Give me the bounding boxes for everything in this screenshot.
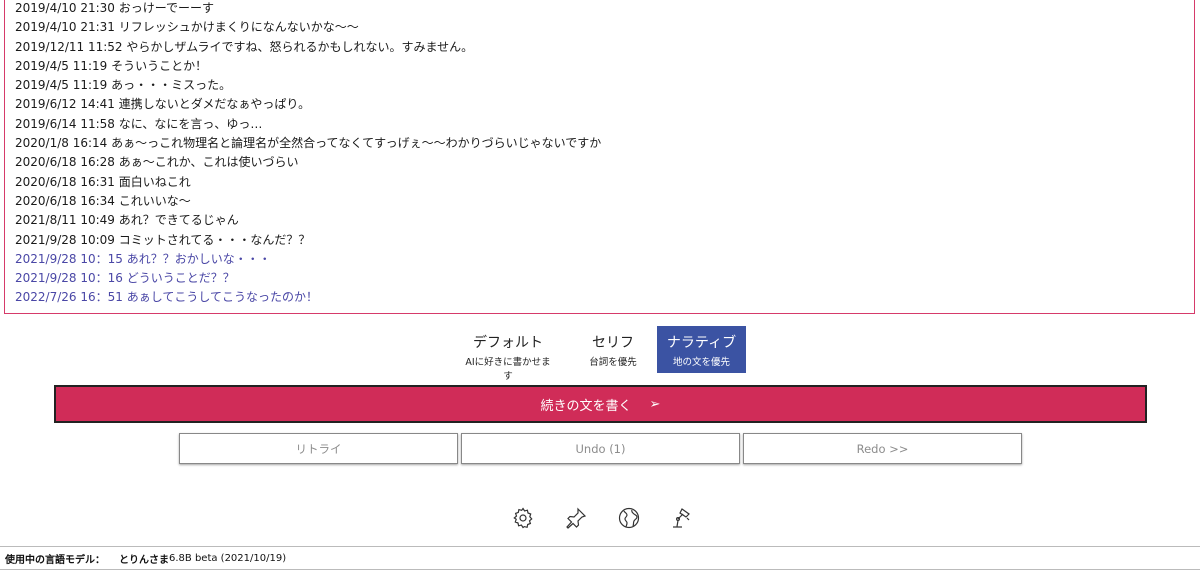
story-line: 2019/12/11 11:52 やらかしザムライですね、怒られるかもしれない。… — [15, 39, 474, 54]
model-name: とりんさま — [119, 554, 169, 566]
toolbar-icons — [0, 506, 1200, 534]
mode-default-subtitle: AIに好きに書かせます — [465, 357, 551, 382]
undo-button[interactable]: Undo (1) — [461, 433, 740, 464]
story-line: 2020/6/18 16:34 これいいな〜 — [15, 193, 191, 208]
settings-gear-icon[interactable] — [511, 506, 535, 530]
undo-label: Undo (1) — [575, 441, 626, 456]
write-continuation-label: 続きの文を書く — [540, 398, 632, 414]
story-line: 2019/6/12 14:41 連携しないとダメだなぁやっぱり。 — [15, 97, 311, 112]
send-arrow-icon: ➢ — [649, 396, 661, 412]
retry-label: リトライ — [295, 441, 342, 456]
story-line: 2021/8/11 10:49 あれ？できてるじゃん — [15, 213, 239, 228]
retry-button[interactable]: リトライ — [179, 433, 458, 464]
mode-default[interactable]: デフォルト AIに好きに書かせます — [462, 326, 554, 382]
write-continuation-button[interactable]: 続きの文を書く ➢ — [54, 385, 1147, 423]
mode-narrative[interactable]: ナラティブ 地の文を優先 — [657, 326, 746, 373]
story-line: 2020/6/18 16:31 面白いねこれ — [15, 174, 191, 189]
story-line: 2019/4/10 21:31 リフレッシュかけまくりになんないかな〜〜 — [15, 20, 359, 35]
story-line: 2019/4/5 11:19 そういうことか！ — [15, 58, 208, 73]
model-label: 使用中の言語モデル： — [5, 554, 105, 566]
story-line: 2020/1/8 16:14 あぁ〜っこれ物理名と論理名が全然合ってなくてすっげ… — [15, 136, 602, 151]
story-line: 2021/9/28 10:09 コミットされてる・・・なんだ？？ — [15, 232, 311, 247]
story-line: 2020/6/18 16:28 あぁ〜これか、これは使いづらい — [15, 155, 299, 170]
story-line: 2019/6/14 11:58 なに、なにを言っ、ゆっ… — [15, 116, 263, 131]
generated-line: 2021/9/28 10：16 どういうことだ？？ — [15, 271, 235, 286]
globe-icon[interactable] — [617, 506, 641, 530]
pin-icon[interactable] — [564, 506, 588, 530]
mode-serif[interactable]: セリフ 台詞を優先 — [573, 326, 653, 373]
model-version: 6.8B beta (2021/10/19) — [169, 552, 287, 564]
mode-serif-subtitle: 台詞を優先 — [589, 357, 637, 368]
mode-default-title: デフォルト — [473, 335, 543, 351]
generated-line: 2021/9/28 10：15 あれ？？おかしいな・・・ — [15, 251, 271, 266]
story-line: 2019/4/10 21:30 おっけーでーーす — [15, 1, 215, 15]
story-line: 2019/4/5 11:19 あっ・・・ミスった。 — [15, 78, 232, 93]
lamp-icon[interactable] — [669, 506, 693, 530]
redo-label: Redo >> — [856, 441, 909, 456]
mode-narrative-title: ナラティブ — [666, 335, 737, 351]
mode-serif-title: セリフ — [592, 335, 634, 351]
model-info-bar: 使用中の言語モデル： とりんさま 6.8B beta (2021/10/19) — [0, 546, 1200, 570]
redo-button[interactable]: Redo >> — [743, 433, 1022, 464]
story-text: 2019/4/10 21:30 おっけーでーーす 2019/4/10 21:31 … — [15, 0, 601, 308]
story-editor[interactable]: 2019/4/10 21:30 おっけーでーーす 2019/4/10 21:31 … — [4, 0, 1195, 314]
generated-line: 2022/7/26 16：51 あぁしてこうしてこうなったのか！ — [15, 290, 318, 305]
mode-narrative-subtitle: 地の文を優先 — [672, 357, 730, 368]
